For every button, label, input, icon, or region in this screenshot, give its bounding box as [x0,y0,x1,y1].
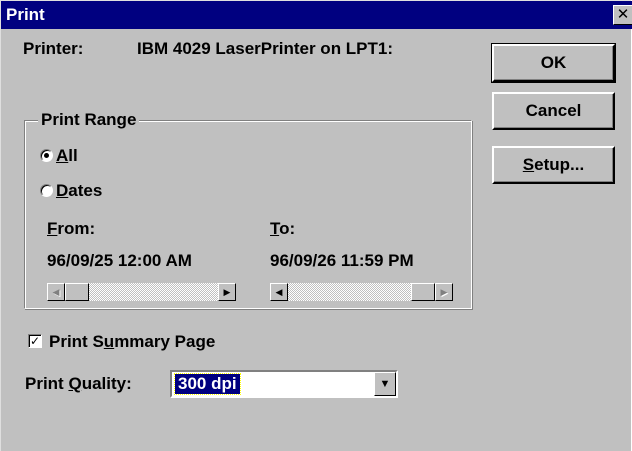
from-scrollbar[interactable]: ◀ ▶ [47,283,236,301]
radio-all-label[interactable]: All [56,146,78,166]
radio-all[interactable] [40,149,53,162]
title-bar[interactable]: Print ✕ [1,1,632,29]
chevron-down-icon: ▼ [379,378,391,390]
print-quality-select[interactable]: 300 dpi ▼ [170,370,398,398]
close-button[interactable]: ✕ [613,5,632,25]
from-scroll-thumb[interactable] [65,283,89,301]
print-range-group [24,120,472,309]
print-quality-label: Print Quality: [25,374,132,393]
printer-label: Printer: [23,39,84,58]
summary-checkbox-label[interactable]: Print Summary Page [49,332,215,352]
print-quality-dropdown-button[interactable]: ▼ [374,372,396,396]
close-icon: ✕ [616,6,630,23]
setup-button-label: Setup... [522,155,585,174]
cancel-button[interactable]: Cancel [492,92,615,130]
arrow-right-icon: ▶ [440,287,448,297]
to-scroll-right-button[interactable]: ▶ [435,283,453,301]
ok-button[interactable]: OK [491,43,616,83]
from-scroll-right-button[interactable]: ▶ [218,283,236,301]
print-range-label: Print Range [38,110,140,130]
arrow-left-icon: ◀ [52,287,60,297]
to-scroll-thumb[interactable] [411,283,435,301]
radio-dates-label[interactable]: Dates [56,181,102,201]
from-scroll-left-button[interactable]: ◀ [47,283,65,301]
printer-name: IBM 4029 LaserPrinter on LPT1: [137,39,394,58]
to-value: 96/09/26 11:59 PM [270,251,414,270]
from-label: From: [47,219,96,238]
arrow-right-icon: ▶ [223,287,231,297]
to-label: To: [270,219,296,238]
window-title: Print [6,5,45,24]
radio-dates[interactable] [40,184,53,197]
setup-button[interactable]: Setup... [492,146,615,184]
summary-checkbox[interactable]: ✓ [28,334,42,348]
ok-button-label: OK [540,53,567,72]
arrow-left-icon: ◀ [275,287,283,297]
print-dialog: Print ✕ Printer: IBM 4029 LaserPrinter o… [0,0,632,451]
check-icon: ✓ [29,334,41,348]
from-value: 96/09/25 12:00 AM [47,251,192,270]
cancel-button-label: Cancel [525,101,582,120]
to-scrollbar[interactable]: ◀ ▶ [270,283,453,301]
to-scroll-left-button[interactable]: ◀ [270,283,288,301]
print-quality-value: 300 dpi [174,373,241,395]
